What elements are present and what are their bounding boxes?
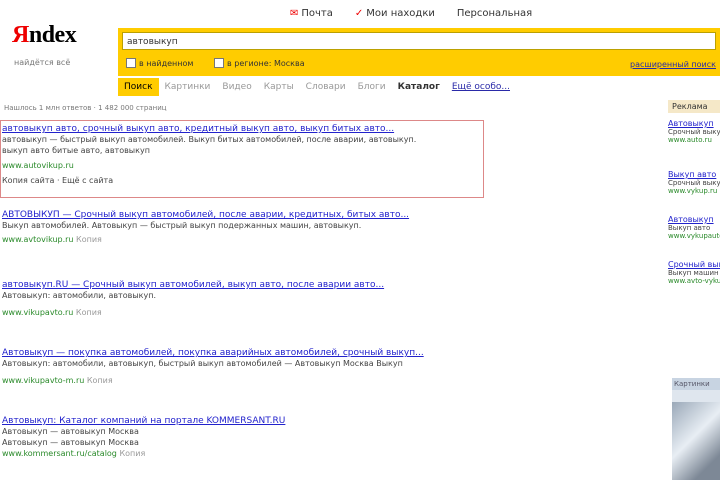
ad-title-link[interactable]: Выкуп авто [668,170,720,179]
check-icon: ✓ [354,8,364,19]
result-snippet: Автовыкуп — автовыкуп Москва [2,438,139,447]
ad-title-link[interactable]: Автовыкуп [668,215,720,224]
result-url[interactable]: www.avtovikup.ru Копия [2,234,502,245]
result-extra-links[interactable]: Копия [76,235,102,244]
tab-maps[interactable]: Карты [258,78,300,96]
option-in-found[interactable]: в найденном [126,58,193,68]
ad-url[interactable]: www.vykupauto.ru [668,232,720,240]
logo-first-letter: Я [12,22,29,48]
result-url[interactable]: www.vikupavto.ru Копия [2,307,502,318]
image-block-header: Картинки [672,378,720,390]
search-result: Автовыкуп: Каталог компаний на портале K… [2,416,422,459]
yandex-logo[interactable]: Яndex [12,22,77,49]
checkbox-icon[interactable] [126,58,136,68]
result-extra-links[interactable]: Копия сайта · Ещё с сайта [2,175,480,186]
result-extra-links[interactable]: Копия [87,376,113,385]
result-snippet: Автовыкуп — автовыкуп Москва [2,427,139,436]
toplink-personal[interactable]: Персональная [457,8,532,19]
search-result: автовыкуп.RU — Срочный выкуп автомобилей… [2,280,502,318]
top-links: ✉ Почта ✓ Мои находки Персональная [290,8,532,19]
result-stats: Нашлось 1 млн ответов · 1 482 000 страни… [4,104,167,112]
ad-title-link[interactable]: Срочный выкуп [668,260,720,269]
ad-snippet: Срочный выкуп авто [668,128,720,136]
toplink-finds[interactable]: ✓ Мои находки [355,8,435,19]
result-snippet: Выкуп автомобилей. Автовыкуп — быстрый в… [2,221,362,230]
tab-blogs[interactable]: Блоги [352,78,392,96]
result-title-link[interactable]: Автовыкуп — покупка автомобилей, покупка… [2,348,562,358]
search-result: АВТОВЫКУП — Срочный выкуп автомобилей, п… [2,210,502,245]
result-extra-links[interactable]: Копия [76,308,102,317]
result-title-link[interactable]: автовыкуп.RU — Срочный выкуп автомобилей… [2,280,502,290]
ad-item: Автовыкуп Срочный выкуп авто www.auto.ru [668,119,720,144]
logo-tagline: найдётся всё [14,58,71,67]
ads-sidebar: Реклама Автовыкуп Срочный выкуп авто www… [668,100,720,285]
ads-header: Реклама [668,100,720,113]
search-result: Автовыкуп — покупка автомобилей, покупка… [2,348,562,386]
search-result: автовыкуп авто, срочный выкуп авто, кред… [2,124,480,186]
tab-search[interactable]: Поиск [118,78,159,96]
ad-snippet: Выкуп машин [668,269,719,277]
ad-url[interactable]: www.auto.ru [668,136,720,144]
result-snippet: Автовыкуп: автомобили, автовыкуп, быстры… [2,359,403,368]
tab-more[interactable]: Ещё особо... [446,78,516,96]
result-url[interactable]: www.vikupavto-m.ru Копия [2,375,562,386]
ad-item: Выкуп авто Срочный выкуп www.vykup.ru [668,170,720,195]
ad-title-link[interactable]: Автовыкуп [668,119,720,128]
result-snippet: Автовыкуп: автомобили, автовыкуп. [2,291,156,300]
result-url[interactable]: www.autovikup.ru [2,160,480,171]
result-title-link[interactable]: Автовыкуп: Каталог компаний на портале K… [2,416,422,426]
result-title-link[interactable]: АВТОВЫКУП — Срочный выкуп автомобилей, п… [2,210,502,220]
result-snippet: автовыкуп — быстрый выкуп автомобилей. В… [2,135,417,144]
ad-item: Срочный выкуп Выкуп машин www.avto-vykup… [668,260,720,285]
tab-dictionaries[interactable]: Словари [300,78,352,96]
ad-snippet: Выкуп авто [668,224,711,232]
tab-catalog[interactable]: Каталог [392,78,446,96]
result-snippet: выкуп авто битые авто, автовыкуп [2,146,150,155]
ad-url[interactable]: www.vykup.ru [668,187,720,195]
checkbox-icon[interactable] [214,58,224,68]
image-block[interactable]: Картинки [672,378,720,480]
tab-video[interactable]: Видео [216,78,257,96]
ad-item: Автовыкуп Выкуп авто www.vykupauto.ru [668,215,720,240]
result-title-link[interactable]: автовыкуп авто, срочный выкуп авто, кред… [2,124,480,134]
search-input[interactable]: автовыкуп [122,32,716,50]
mail-icon: ✉ [290,8,299,19]
result-url[interactable]: www.kommersant.ru/catalog Копия [2,448,422,459]
advanced-search-link[interactable]: расширенный поиск [630,60,716,69]
option-in-region[interactable]: в регионе: Москва [214,58,305,68]
logo-rest: ndex [28,22,77,48]
result-extra-links[interactable]: Копия [119,449,145,458]
tab-images[interactable]: Картинки [159,78,217,96]
thumbnail-image[interactable] [672,402,720,480]
toplink-mail[interactable]: ✉ Почта [290,8,333,19]
ad-url[interactable]: www.avto-vykup.ru [668,277,720,285]
service-tabs: Поиск Картинки Видео Карты Словари Блоги… [118,78,516,96]
ad-snippet: Срочный выкуп [668,179,720,187]
